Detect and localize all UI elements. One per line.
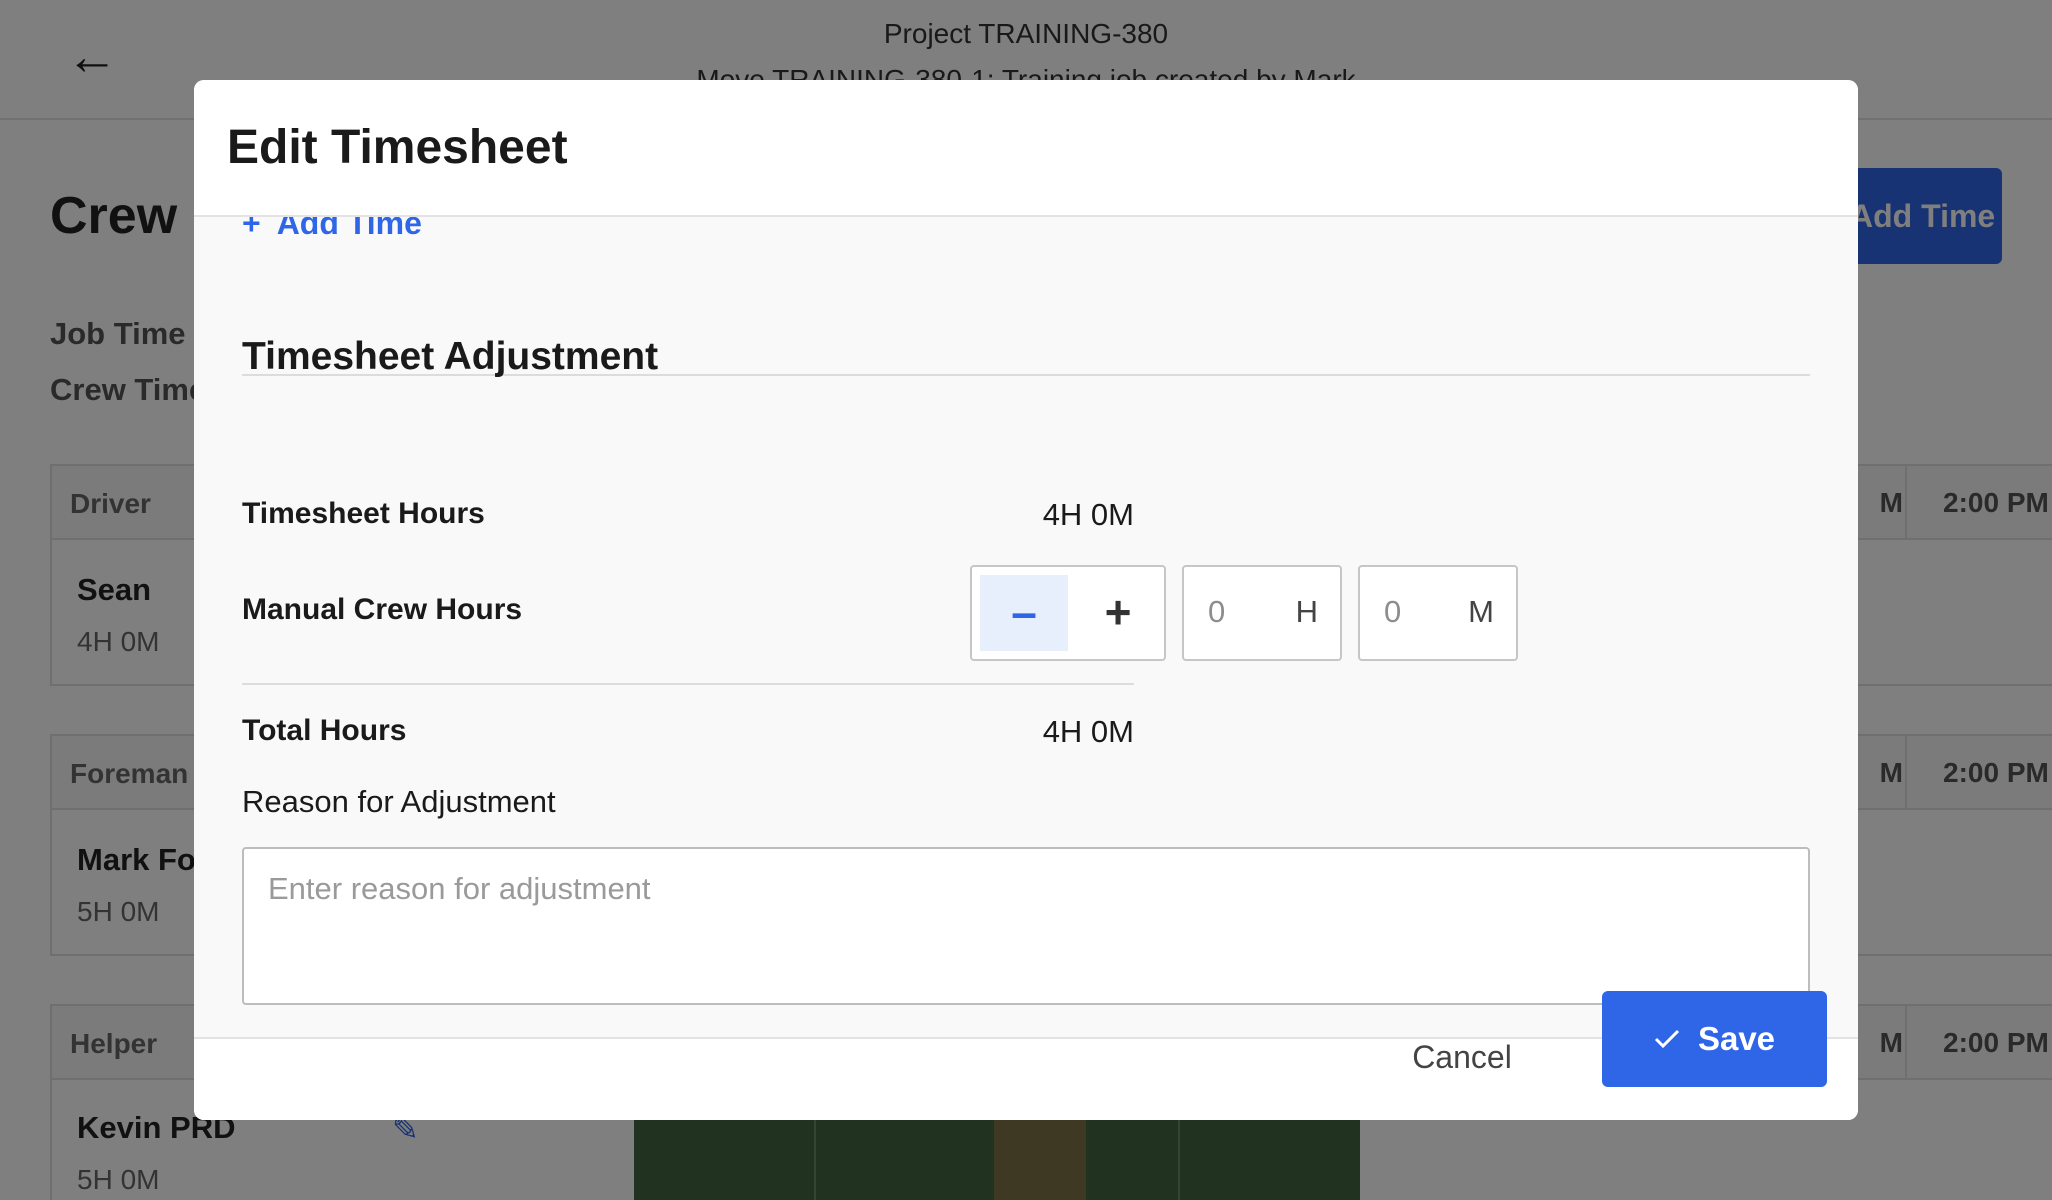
cancel-button[interactable]: Cancel <box>1389 1009 1535 1105</box>
minutes-input[interactable]: 0 M <box>1358 565 1518 661</box>
checkmark-icon <box>1654 1029 1680 1049</box>
add-time-label: Add Time <box>276 217 422 241</box>
hours-unit: H <box>1295 594 1318 629</box>
add-time-link[interactable]: + Add Time <box>242 217 422 242</box>
modal-footer: Cancel Save <box>194 991 1858 1120</box>
hours-input[interactable]: 0 H <box>1182 565 1342 661</box>
save-button[interactable]: Save <box>1602 991 1827 1087</box>
minus-button[interactable]: – <box>980 575 1068 651</box>
minutes-unit: M <box>1468 594 1494 629</box>
save-label: Save <box>1697 1020 1776 1057</box>
timesheet-hours-label: Timesheet Hours <box>242 497 485 530</box>
adjustment-stepper: – + <box>970 565 1166 661</box>
timesheet-hours-value: 4H 0M <box>1042 497 1134 532</box>
modal-header: Edit Timesheet <box>194 80 1858 217</box>
minutes-value: 0 <box>1384 594 1402 629</box>
hours-value: 0 <box>1208 594 1226 629</box>
modal-title: Edit Timesheet <box>227 121 568 174</box>
reason-textarea[interactable] <box>242 847 1810 1005</box>
reason-label: Reason for Adjustment <box>242 784 556 819</box>
divider <box>242 683 1134 685</box>
plus-icon: + <box>242 217 261 241</box>
edit-timesheet-modal: Edit Timesheet + Add Time Timesheet Adju… <box>194 80 1858 1120</box>
modal-body: + Add Time Timesheet Adjustment Timeshee… <box>194 217 1858 1039</box>
total-hours-value: 4H 0M <box>1042 714 1134 749</box>
total-hours-label: Total Hours <box>242 714 407 747</box>
section-title: Timesheet Adjustment <box>242 335 659 378</box>
manual-crew-hours-label: Manual Crew Hours <box>242 593 523 626</box>
plus-button[interactable]: + <box>1074 575 1162 651</box>
